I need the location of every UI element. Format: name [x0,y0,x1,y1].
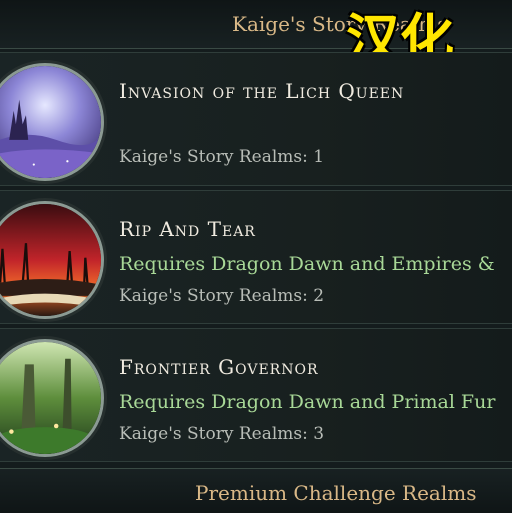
realm-title: Rip And Tear [119,217,256,241]
lich-queen-castle-thumbnail [0,63,104,181]
realm-row-frontier-governor[interactable]: Frontier Governor Requires Dragon Dawn a… [0,328,512,462]
section-footer-title: Premium Challenge Realms [195,481,477,505]
realm-subtitle: Kaige's Story Realms: 3 [119,424,325,444]
realm-requirement: Requires Dragon Dawn and Empires & [119,253,495,275]
section-header-premium-challenge-realms[interactable]: Premium Challenge Realms [0,468,512,513]
forest-glade-thumbnail [0,339,104,457]
realm-subtitle: Kaige's Story Realms: 2 [119,286,325,306]
realm-requirement: Requires Dragon Dawn and Primal Fur [119,391,496,413]
realm-subtitle: Kaige's Story Realms: 1 [119,147,325,167]
realm-title: Invasion of the Lich Queen [119,79,405,103]
burning-battlefield-book-thumbnail [0,201,104,319]
realm-row-rip-and-tear[interactable]: Rip And Tear Requires Dragon Dawn and Em… [0,190,512,324]
realm-title: Frontier Governor [119,355,319,379]
realm-row-invasion-of-the-lich-queen[interactable]: Invasion of the Lich Queen Kaige's Story… [0,52,512,186]
